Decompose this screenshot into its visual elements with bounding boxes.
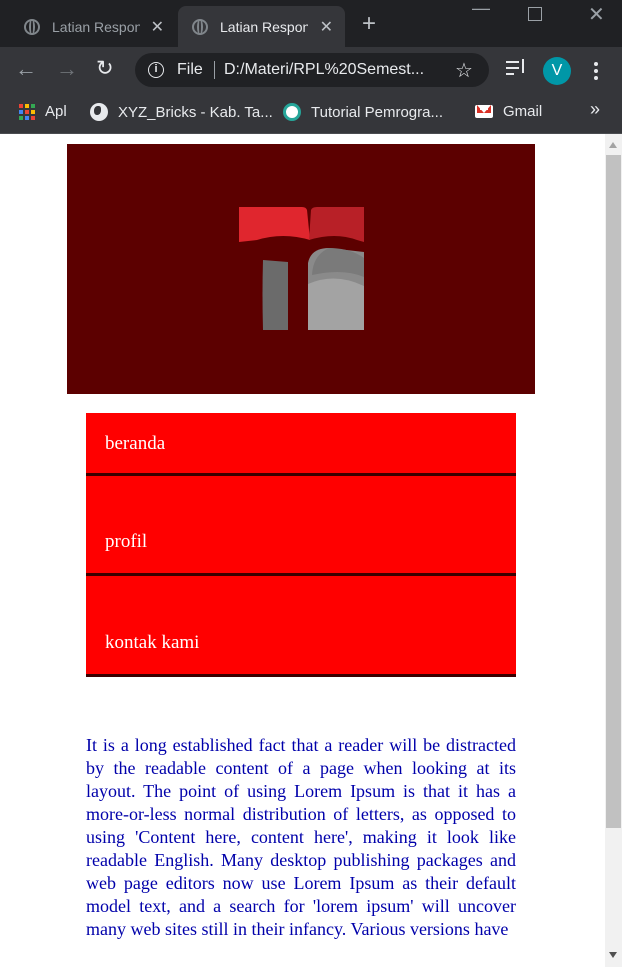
bookmark-gmail[interactable]: Gmail bbox=[475, 103, 542, 120]
address-scheme-label: File bbox=[177, 61, 203, 78]
tutwuri-logo bbox=[239, 207, 364, 330]
window-close-icon[interactable]: ✕ bbox=[588, 2, 605, 27]
browser-toolbar: ← → ↻ i File D:/Materi/RPL%20Semest... ☆… bbox=[0, 47, 622, 94]
tab-title: Latian Respon bbox=[220, 18, 308, 35]
address-separator bbox=[214, 61, 215, 79]
new-tab-icon[interactable]: + bbox=[362, 12, 376, 36]
nav-item-beranda[interactable]: beranda bbox=[86, 413, 516, 476]
media-control-icon[interactable] bbox=[506, 59, 526, 79]
gmail-icon bbox=[475, 105, 493, 118]
scrollbar-thumb[interactable] bbox=[606, 155, 621, 828]
minimize-icon[interactable]: — bbox=[472, 0, 490, 19]
bookmark-apps[interactable]: Apl bbox=[19, 103, 67, 120]
bookmark-label: Apl bbox=[45, 103, 67, 120]
browser-tab-1[interactable]: Latian Respon ✕ bbox=[10, 6, 176, 47]
address-url[interactable]: D:/Materi/RPL%20Semest... bbox=[224, 61, 438, 79]
info-icon[interactable]: i bbox=[148, 62, 164, 78]
header-banner bbox=[67, 144, 535, 394]
content-paragraph: It is a long established fact that a rea… bbox=[86, 735, 516, 939]
bookmark-tutorial[interactable]: Tutorial Pemrogra... bbox=[283, 103, 443, 121]
bookmark-star-icon[interactable]: ☆ bbox=[455, 58, 473, 83]
globe-icon bbox=[24, 18, 40, 35]
tutorial-icon bbox=[283, 103, 301, 121]
tab-strip: Latian Respon ✕ Latian Respon ✕ + — ✕ bbox=[0, 0, 622, 47]
kebab-menu-icon[interactable] bbox=[594, 62, 598, 83]
tab-title: Latian Respon bbox=[52, 18, 140, 35]
scroll-up-arrow-icon[interactable] bbox=[609, 142, 617, 148]
reload-icon[interactable]: ↻ bbox=[96, 57, 114, 81]
apps-grid-icon bbox=[19, 103, 35, 120]
profile-avatar[interactable]: V bbox=[543, 57, 571, 85]
forward-arrow-icon[interactable]: → bbox=[56, 57, 78, 81]
page-viewport: beranda profil kontak kami It is a long … bbox=[0, 134, 605, 967]
back-arrow-icon[interactable]: ← bbox=[15, 57, 37, 81]
bookmark-label: Tutorial Pemrogra... bbox=[311, 103, 443, 121]
vertical-scrollbar[interactable] bbox=[605, 134, 622, 967]
close-tab-icon[interactable]: ✕ bbox=[151, 17, 164, 37]
nav-item-kontak-kami[interactable]: kontak kami bbox=[86, 576, 516, 677]
nav-item-label: profil bbox=[105, 531, 148, 552]
main-nav: beranda profil kontak kami bbox=[86, 413, 516, 677]
bookmark-label: XYZ_Bricks - Kab. Ta... bbox=[118, 103, 273, 121]
browser-tab-2[interactable]: Latian Respon ✕ bbox=[178, 6, 345, 47]
bookmarks-bar: Apl XYZ_Bricks - Kab. Ta... Tutorial Pem… bbox=[0, 94, 622, 134]
nav-item-label: beranda bbox=[105, 433, 166, 454]
more-bookmarks-icon[interactable]: » bbox=[590, 99, 600, 120]
nav-item-label: kontak kami bbox=[105, 632, 200, 653]
scroll-down-arrow-icon[interactable] bbox=[609, 952, 617, 958]
bookmark-xyz-bricks[interactable]: XYZ_Bricks - Kab. Ta... bbox=[90, 103, 273, 121]
bookmark-label: Gmail bbox=[503, 103, 543, 120]
address-bar[interactable]: i File D:/Materi/RPL%20Semest... ☆ bbox=[135, 53, 489, 87]
globe-icon bbox=[192, 18, 208, 35]
maximize-icon[interactable] bbox=[528, 7, 542, 21]
close-tab-icon[interactable]: ✕ bbox=[320, 17, 333, 37]
globe-icon bbox=[90, 103, 108, 121]
nav-item-profil[interactable]: profil bbox=[86, 476, 516, 576]
